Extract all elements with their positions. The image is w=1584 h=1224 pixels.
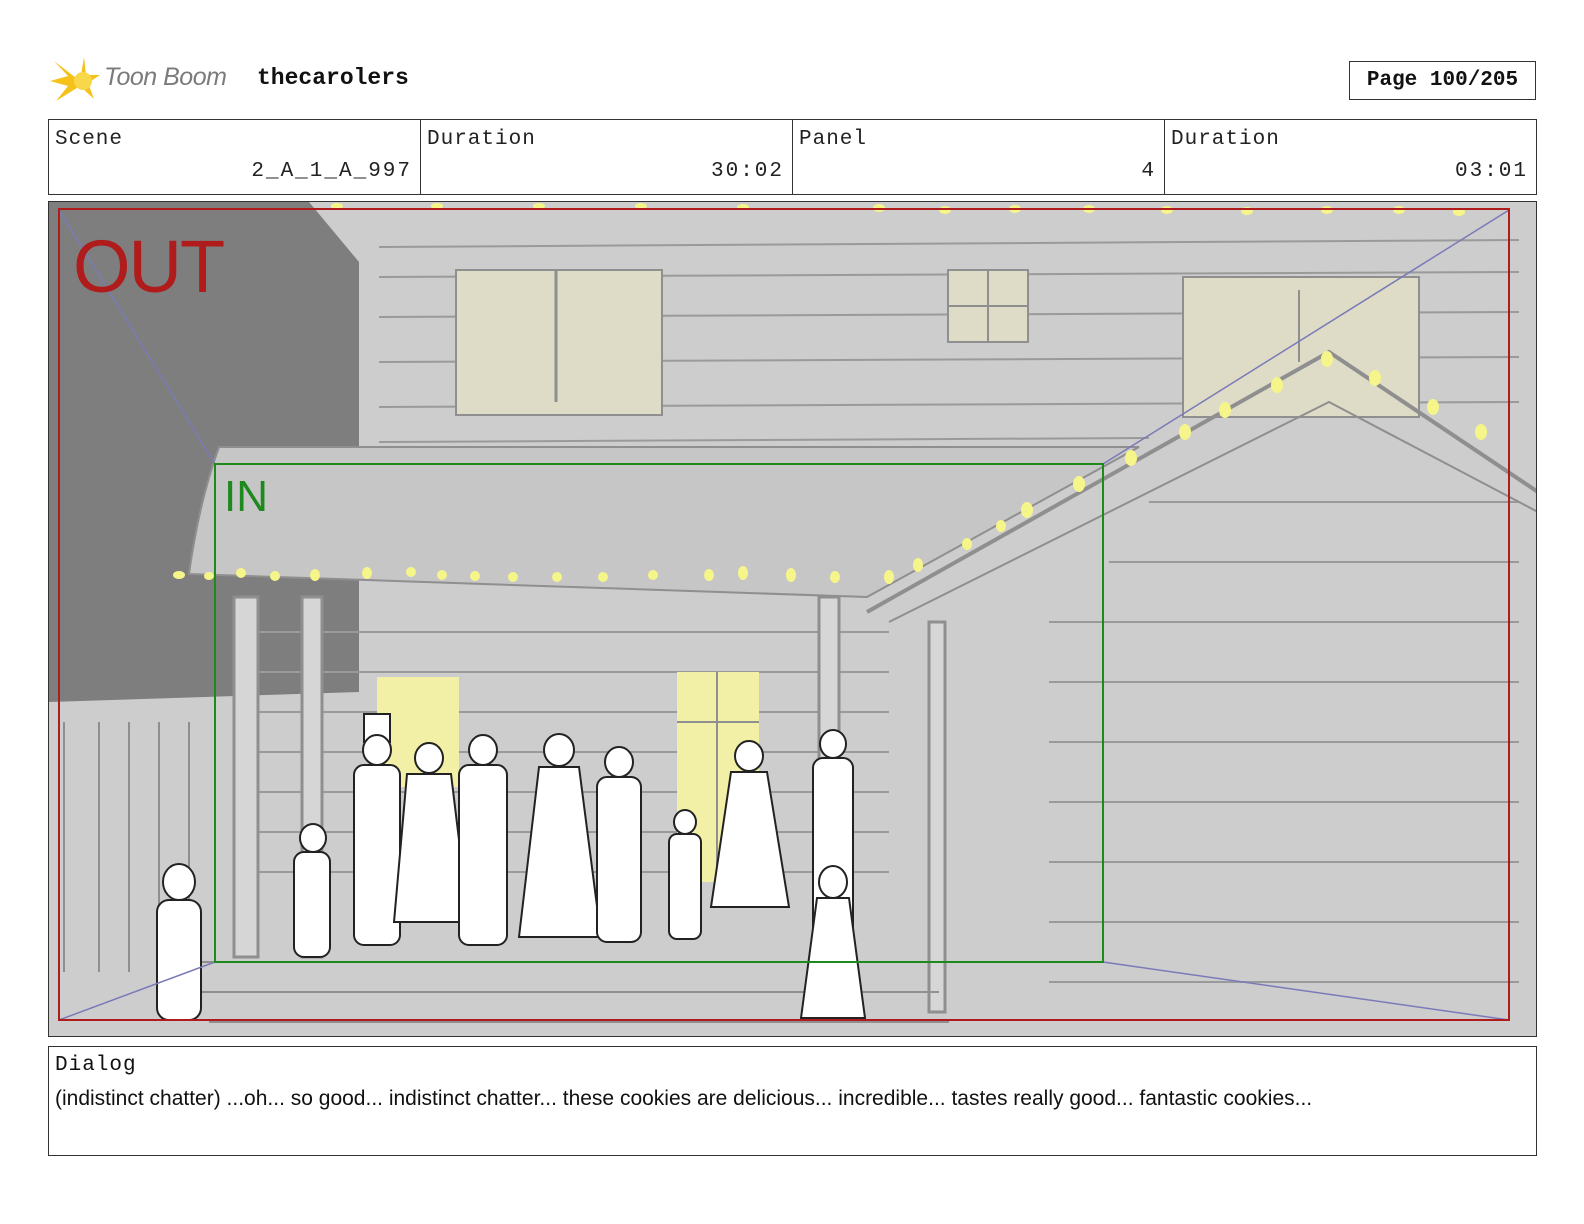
project-title: thecarolers [257, 65, 409, 91]
scene-duration-cell: Duration 30:02 [421, 120, 793, 194]
panel-cell: Panel 4 [793, 120, 1165, 194]
scene-info-table: Scene 2_A_1_A_997 Duration 30:02 Panel 4… [48, 119, 1537, 195]
panel-label: Panel [799, 128, 868, 151]
scene-label: Scene [55, 128, 124, 151]
dialog-text: (indistinct chatter) ...oh... so good...… [55, 1087, 1313, 1110]
panel-drawing [49, 202, 1536, 1036]
dialog-label: Dialog [55, 1054, 137, 1077]
in-label: IN [224, 472, 268, 521]
panel-duration-cell: Duration 03:01 [1165, 120, 1536, 194]
storyboard-panel-image: OUT IN [48, 201, 1537, 1037]
panel-value: 4 [1141, 160, 1156, 183]
logo-wordmark: Toon Boom [104, 63, 227, 91]
scene-value: 2_A_1_A_997 [251, 160, 412, 183]
dialog-box: Dialog (indistinct chatter) ...oh... so … [48, 1046, 1537, 1156]
scene-duration-value: 30:02 [710, 160, 784, 183]
out-label: OUT [73, 225, 225, 308]
scene-cell: Scene 2_A_1_A_997 [49, 120, 421, 194]
panel-duration-value: 03:01 [1454, 160, 1528, 183]
page-label: Page 100/205 [1366, 69, 1519, 92]
panel-duration-label: Duration [1171, 128, 1280, 151]
page-indicator: Page 100/205 [1349, 61, 1536, 100]
scene-duration-label: Duration [427, 128, 536, 151]
